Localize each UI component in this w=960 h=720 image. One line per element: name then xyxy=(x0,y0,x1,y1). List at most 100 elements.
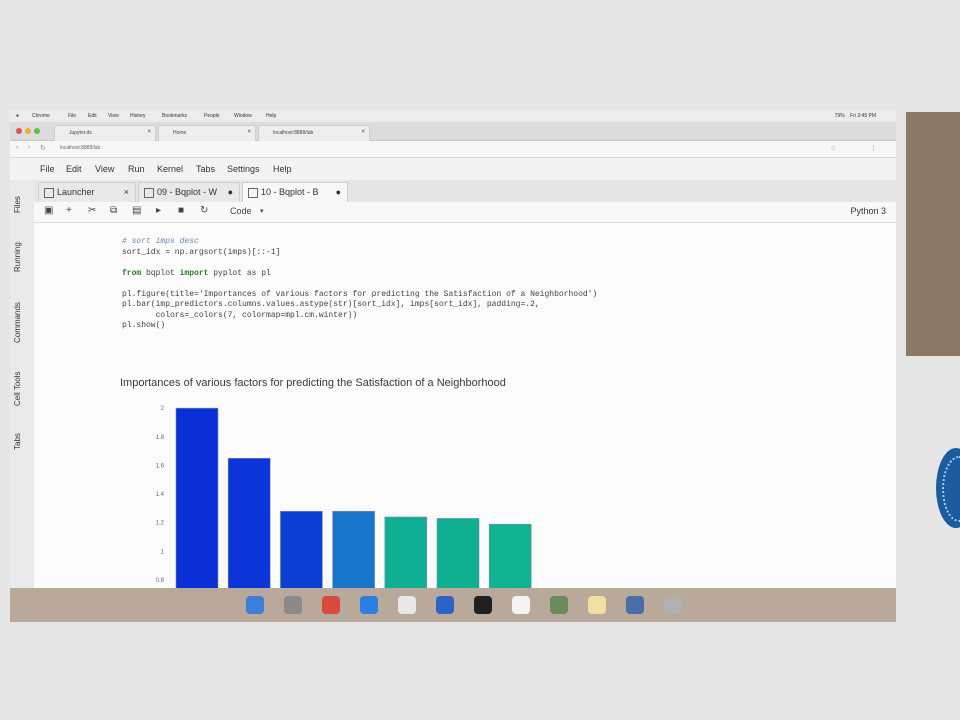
sidebar-tab-files[interactable]: Files xyxy=(13,186,27,224)
jl-menu-file[interactable]: File xyxy=(40,164,55,174)
reload-icon[interactable]: ↻ xyxy=(40,144,46,152)
dock-preview-icon[interactable] xyxy=(436,596,454,614)
dock-finder-icon[interactable] xyxy=(246,596,264,614)
dock-chrome-icon[interactable] xyxy=(322,596,340,614)
run-icon[interactable]: ▸ xyxy=(156,205,161,216)
code-line: pl.figure(title='Importances of various … xyxy=(122,289,598,299)
menu-window[interactable]: Window xyxy=(234,113,252,119)
dock-textedit-icon[interactable] xyxy=(398,596,416,614)
modified-dot-icon[interactable]: ● xyxy=(336,187,341,197)
globe-icon xyxy=(936,448,960,528)
browser-tab-lab[interactable]: localhost:8888/lab × xyxy=(258,125,370,141)
jl-menu-kernel[interactable]: Kernel xyxy=(157,164,183,174)
jupyter-menubar: File Edit View Run Kernel Tabs Settings … xyxy=(10,158,896,180)
y-tick-label: 0.8 xyxy=(156,578,165,584)
dock-downloads-icon[interactable] xyxy=(626,596,644,614)
menu-people[interactable]: People xyxy=(204,113,220,119)
jl-menu-tabs[interactable]: Tabs xyxy=(196,164,215,174)
y-tick-label: 2 xyxy=(161,406,165,412)
jl-menu-edit[interactable]: Edit xyxy=(66,164,82,174)
notebook-toolbar: ▣ + ✂ ⧉ ▤ ▸ ■ ↻ Code ▾ Python 3 xyxy=(34,202,896,223)
browser-tab-jupyter[interactable]: Jupyter.ds × xyxy=(54,125,156,141)
close-icon[interactable]: × xyxy=(247,129,251,135)
address-bar: ‹ › ↻ localhost:8888/lab ☆ ⋮ xyxy=(10,141,896,158)
jl-menu-view[interactable]: View xyxy=(95,164,114,174)
copy-icon[interactable]: ⧉ xyxy=(110,205,117,216)
dock-terminal-icon[interactable] xyxy=(474,596,492,614)
jl-menu-settings[interactable]: Settings xyxy=(227,164,260,174)
more-icon[interactable]: ⋮ xyxy=(870,144,877,152)
code-line: from bqplot import pyplot as pl xyxy=(122,268,271,278)
tab-notebook-09[interactable]: 09 - Bqplot - W ● xyxy=(138,182,240,203)
left-sidebar: Files Running Commands Cell Tools Tabs xyxy=(10,180,35,622)
menu-help[interactable]: Help xyxy=(266,113,276,119)
cut-icon[interactable]: ✂ xyxy=(88,205,96,216)
browser-tab-label: Jupyter.ds xyxy=(69,130,92,136)
y-tick-label: 1.2 xyxy=(156,521,165,527)
jl-menu-help[interactable]: Help xyxy=(273,164,292,174)
browser-tabbar: Jupyter.ds × Home × localhost:8888/lab × xyxy=(10,122,896,141)
close-icon[interactable]: × xyxy=(147,129,151,135)
launcher-icon xyxy=(44,188,54,198)
desktop-screen: ● Chrome File Edit View History Bookmark… xyxy=(10,110,896,622)
sidebar-tab-cell-tools[interactable]: Cell Tools xyxy=(13,364,27,414)
clock: Fri 3:45 PM xyxy=(850,113,876,119)
sidebar-tab-commands[interactable]: Commands xyxy=(13,290,27,356)
jl-menu-run[interactable]: Run xyxy=(128,164,145,174)
dock-photos-icon[interactable] xyxy=(550,596,568,614)
browser-tab-label: Home xyxy=(173,130,187,136)
dock-bbedit-icon[interactable] xyxy=(512,596,530,614)
chevron-down-icon[interactable]: ▾ xyxy=(260,207,264,215)
restart-icon[interactable]: ↻ xyxy=(200,205,208,216)
sidebar-tab-tabs[interactable]: Tabs xyxy=(13,424,27,460)
browser-tab-label: localhost:8888/lab xyxy=(273,130,314,136)
maximize-window-icon[interactable] xyxy=(34,128,40,134)
code-line: # sort imps desc xyxy=(122,237,199,246)
y-tick-label: 1.6 xyxy=(156,463,165,469)
browser-tab-home[interactable]: Home × xyxy=(158,125,256,141)
menu-edit[interactable]: Edit xyxy=(88,113,97,119)
notebook-icon xyxy=(144,188,154,198)
back-icon[interactable]: ‹ xyxy=(16,144,18,151)
menu-view[interactable]: View xyxy=(108,113,119,119)
dock-safari-icon[interactable] xyxy=(360,596,378,614)
tab-launcher[interactable]: Launcher × xyxy=(38,182,136,203)
minimize-window-icon[interactable] xyxy=(25,128,31,134)
tab-label: 10 - Bqplot - B xyxy=(261,187,319,197)
chart-title: Importances of various factors for predi… xyxy=(120,377,506,389)
dock-trash-icon[interactable] xyxy=(664,596,682,614)
kernel-name[interactable]: Python 3 xyxy=(850,206,886,216)
star-icon[interactable]: ☆ xyxy=(830,144,836,152)
right-panel xyxy=(906,112,960,356)
tab-notebook-10[interactable]: 10 - Bqplot - B ● xyxy=(242,182,348,203)
tab-label: 09 - Bqplot - W xyxy=(157,187,218,197)
code-cell[interactable]: # sort imps desc sort_idx = np.argsort(im… xyxy=(122,237,597,332)
menu-history[interactable]: History xyxy=(130,113,146,119)
sidebar-tab-running[interactable]: Running xyxy=(13,232,27,282)
save-icon[interactable]: ▣ xyxy=(44,205,53,216)
url-field[interactable]: localhost:8888/lab xyxy=(60,145,100,151)
apple-icon[interactable]: ● xyxy=(16,113,19,119)
cell-type-select[interactable]: Code xyxy=(230,206,252,216)
close-icon[interactable]: × xyxy=(361,129,365,135)
menu-file[interactable]: File xyxy=(68,113,76,119)
status-area: 79% Fri 3:45 PM xyxy=(835,113,876,119)
close-window-icon[interactable] xyxy=(16,128,22,134)
code-line: pl.bar(imp_predictors.columns.values.ast… xyxy=(122,300,540,309)
paste-icon[interactable]: ▤ xyxy=(132,205,141,216)
add-cell-icon[interactable]: + xyxy=(66,205,72,216)
mac-dock xyxy=(10,588,896,622)
code-line: pl.show() xyxy=(122,321,166,330)
menu-chrome[interactable]: Chrome xyxy=(32,113,50,119)
y-tick-label: 1.4 xyxy=(156,492,165,498)
code-line: sort_idx = np.argsort(imps)[::-1] xyxy=(122,247,281,257)
modified-dot-icon[interactable]: ● xyxy=(228,187,233,197)
forward-icon[interactable]: › xyxy=(28,144,30,151)
stop-icon[interactable]: ■ xyxy=(178,205,184,216)
menu-bookmarks[interactable]: Bookmarks xyxy=(162,113,187,119)
close-icon[interactable]: × xyxy=(124,187,129,197)
dock-notes-icon[interactable] xyxy=(588,596,606,614)
dock-launchpad-icon[interactable] xyxy=(284,596,302,614)
